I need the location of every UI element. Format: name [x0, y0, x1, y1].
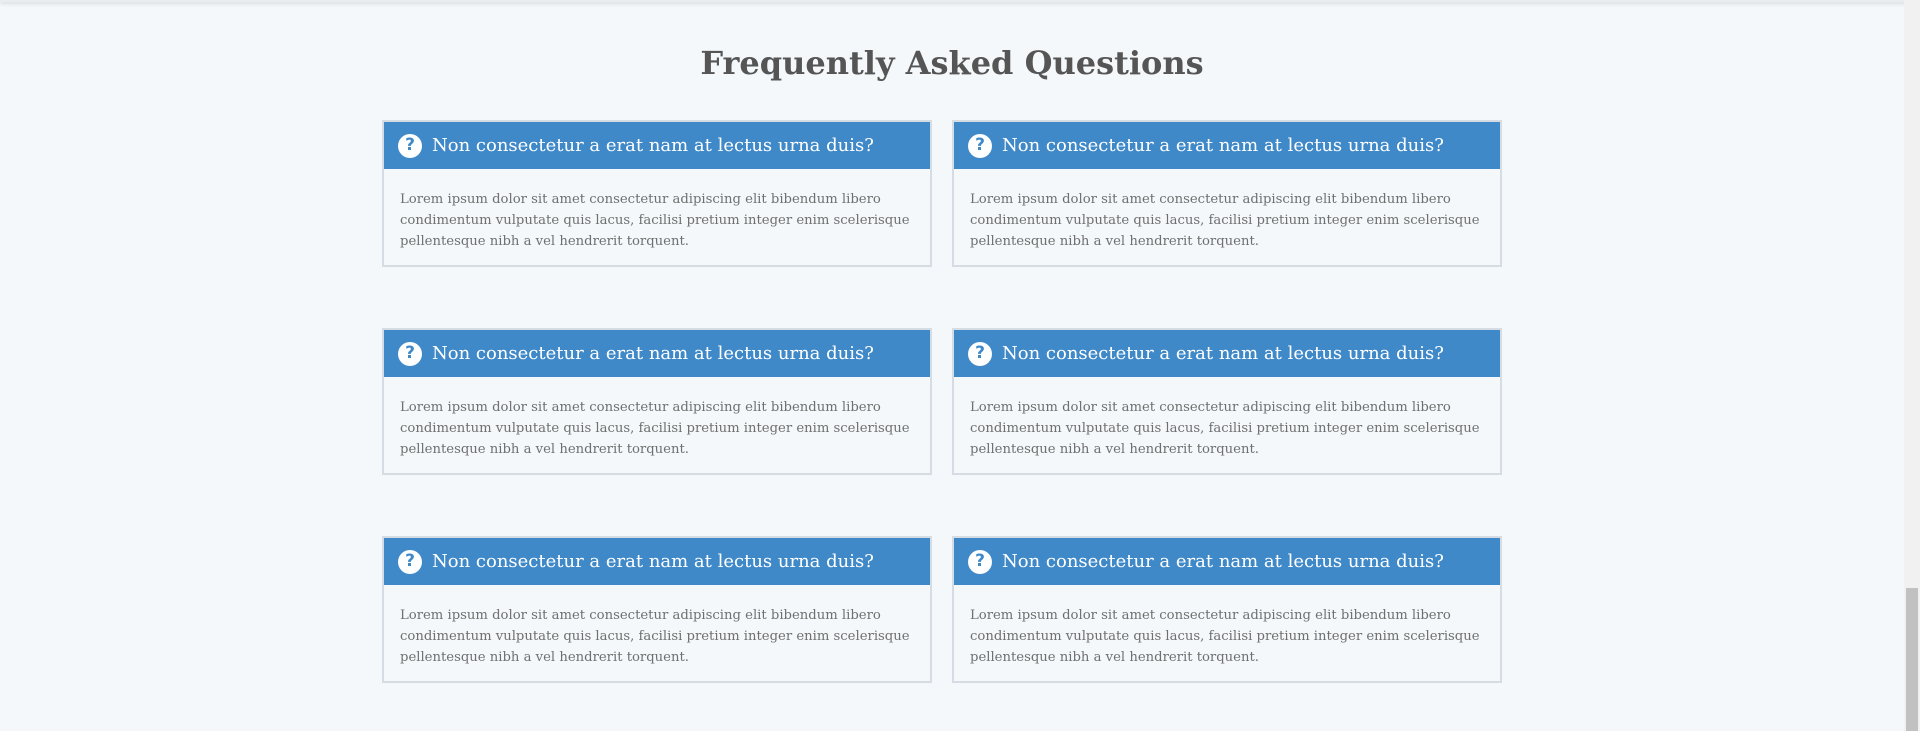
faq-card-header: ? Non consectetur a erat nam at lectus u… [954, 538, 1500, 585]
question-circle-icon: ? [968, 341, 992, 366]
faq-card: ? Non consectetur a erat nam at lectus u… [952, 328, 1502, 475]
question-circle-icon: ? [398, 549, 422, 574]
page-title: Frequently Asked Questions [700, 44, 1204, 82]
faq-card-header: ? Non consectetur a erat nam at lectus u… [954, 330, 1500, 377]
question-circle-icon: ? [398, 133, 422, 158]
faq-question: Non consectetur a erat nam at lectus urn… [1002, 343, 1444, 364]
faq-card: ? Non consectetur a erat nam at lectus u… [382, 536, 932, 683]
faq-answer: Lorem ipsum dolor sit amet consectetur a… [400, 608, 910, 665]
faq-card-header: ? Non consectetur a erat nam at lectus u… [384, 122, 930, 169]
question-circle-icon: ? [968, 549, 992, 574]
faq-card: ? Non consectetur a erat nam at lectus u… [952, 120, 1502, 267]
faq-answer: Lorem ipsum dolor sit amet consectetur a… [970, 608, 1480, 665]
faq-card-header: ? Non consectetur a erat nam at lectus u… [384, 330, 930, 377]
faq-section: Frequently Asked Questions ? Non consect… [0, 0, 1904, 731]
faq-card: ? Non consectetur a erat nam at lectus u… [952, 536, 1502, 683]
faq-question: Non consectetur a erat nam at lectus urn… [432, 343, 874, 364]
faq-card-header: ? Non consectetur a erat nam at lectus u… [954, 122, 1500, 169]
faq-answer: Lorem ipsum dolor sit amet consectetur a… [970, 400, 1480, 457]
scrollbar-thumb[interactable] [1906, 588, 1918, 731]
faq-question: Non consectetur a erat nam at lectus urn… [1002, 135, 1444, 156]
faq-grid: ? Non consectetur a erat nam at lectus u… [382, 120, 1502, 683]
question-circle-icon: ? [968, 133, 992, 158]
faq-question: Non consectetur a erat nam at lectus urn… [1002, 551, 1444, 572]
faq-question: Non consectetur a erat nam at lectus urn… [432, 551, 874, 572]
faq-card: ? Non consectetur a erat nam at lectus u… [382, 120, 932, 267]
vertical-scrollbar[interactable] [1904, 0, 1920, 731]
faq-answer: Lorem ipsum dolor sit amet consectetur a… [400, 400, 910, 457]
faq-answer: Lorem ipsum dolor sit amet consectetur a… [970, 192, 1480, 249]
faq-answer: Lorem ipsum dolor sit amet consectetur a… [400, 192, 910, 249]
question-circle-icon: ? [398, 341, 422, 366]
faq-card: ? Non consectetur a erat nam at lectus u… [382, 328, 932, 475]
faq-card-header: ? Non consectetur a erat nam at lectus u… [384, 538, 930, 585]
faq-question: Non consectetur a erat nam at lectus urn… [432, 135, 874, 156]
